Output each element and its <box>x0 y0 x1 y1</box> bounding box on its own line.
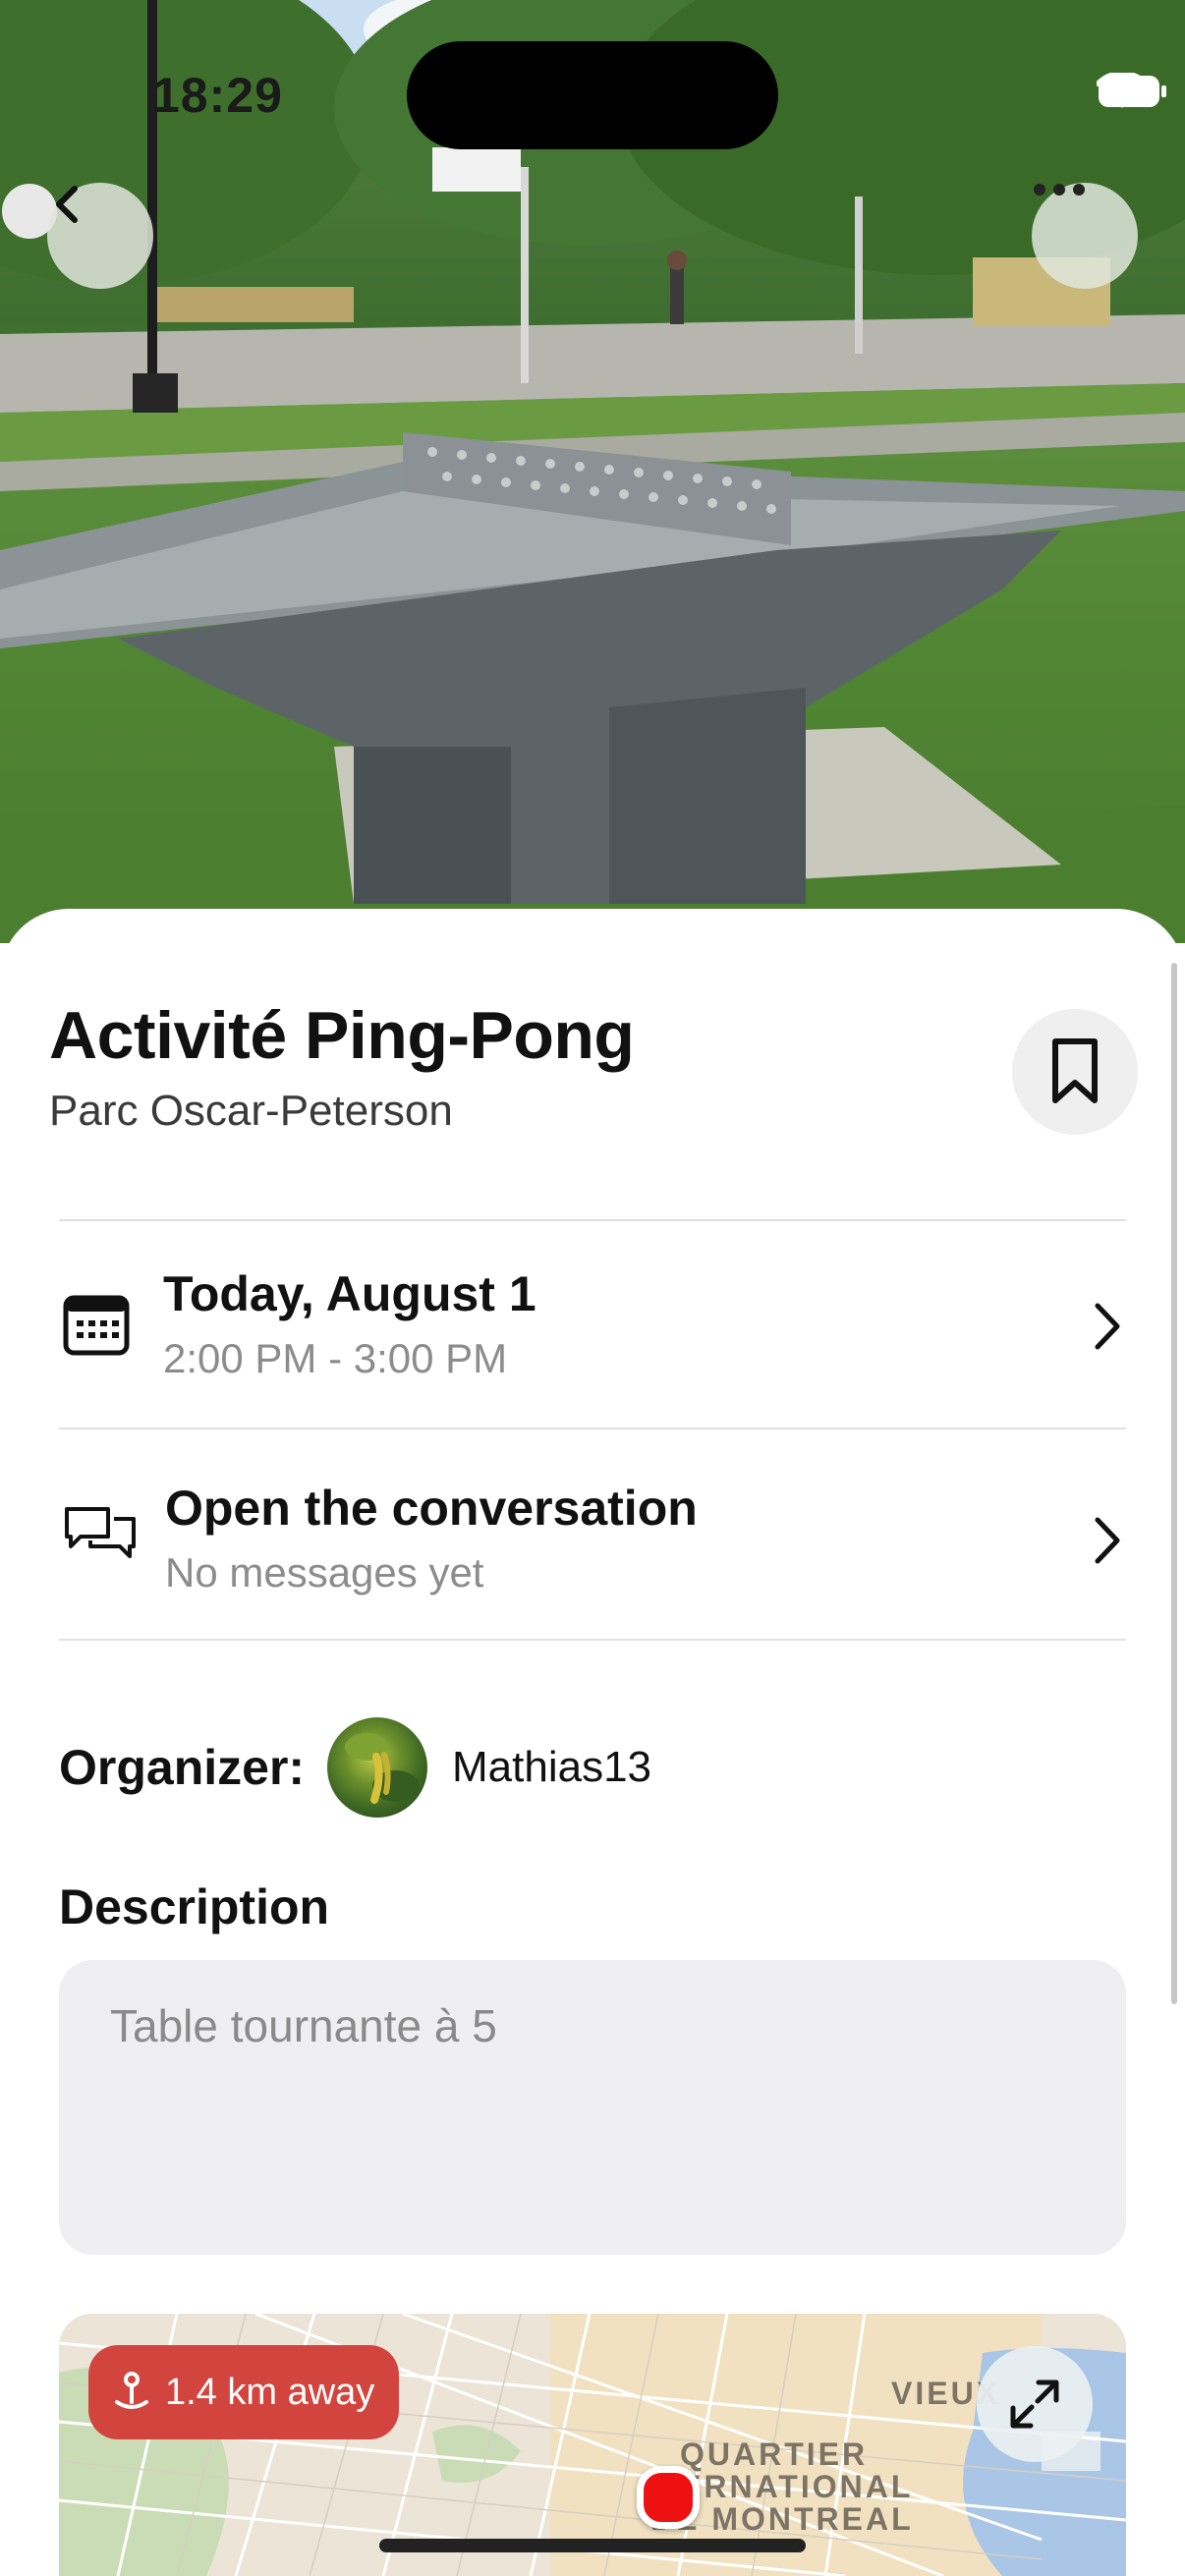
map-label-international: ERNATIONAL <box>680 2469 914 2504</box>
location-marker-icon <box>115 2372 148 2409</box>
chevron-right-icon <box>1095 1303 1120 1350</box>
hero-photo: 18:29 <box>0 0 1185 943</box>
status-bar-time: 18:29 <box>152 68 283 123</box>
description-text: Table tournante à 5 <box>110 2000 497 2051</box>
map-label-quartier: QUARTIER <box>680 2436 869 2472</box>
description-box: Table tournante à 5 <box>59 1960 1126 2255</box>
avatar-image <box>345 1733 420 1804</box>
distance-badge: 1.4 km away <box>88 2345 399 2439</box>
ellipsis-icon <box>1034 184 1085 196</box>
chevron-right-icon <box>1095 1517 1120 1564</box>
distance-text: 1.4 km away <box>165 2371 375 2413</box>
chevron-left-icon <box>56 186 78 223</box>
back-button[interactable] <box>47 183 153 289</box>
bookmark-icon <box>1052 1038 1098 1103</box>
date-title: Today, August 1 <box>163 1266 536 1321</box>
conversation-subtitle: No messages yet <box>165 1549 484 1596</box>
activity-title: Activité Ping-Pong <box>49 998 635 1073</box>
battery-icon <box>1099 76 1166 107</box>
dynamic-island <box>407 41 778 149</box>
organizer-label: Organizer: <box>59 1740 306 1795</box>
organizer-name[interactable]: Mathias13 <box>452 1743 651 1792</box>
divider <box>59 1639 1126 1641</box>
conversation-row[interactable]: Open the conversation No messages yet <box>59 1430 1126 1637</box>
date-row[interactable]: Today, August 1 2:00 PM - 3:00 PM <box>59 1222 1126 1428</box>
bookmark-button[interactable] <box>1012 1009 1138 1135</box>
divider <box>59 1428 1126 1429</box>
home-indicator[interactable] <box>379 2539 806 2552</box>
activity-location: Parc Oscar-Peterson <box>49 1087 453 1135</box>
chat-bubbles-icon <box>65 1507 136 1558</box>
calendar-icon <box>63 1295 130 1356</box>
date-time-range: 2:00 PM - 3:00 PM <box>163 1335 508 1381</box>
more-options-button[interactable] <box>1032 183 1138 289</box>
description-label: Description <box>59 1879 330 1934</box>
conversation-title: Open the conversation <box>165 1481 698 1536</box>
scroll-indicator[interactable] <box>1171 963 1177 2004</box>
expand-icon <box>1010 2380 1059 2429</box>
expand-map-button[interactable] <box>977 2346 1093 2462</box>
location-pin <box>637 2466 700 2529</box>
organizer-avatar[interactable] <box>327 1717 427 1818</box>
divider <box>59 1219 1126 1221</box>
